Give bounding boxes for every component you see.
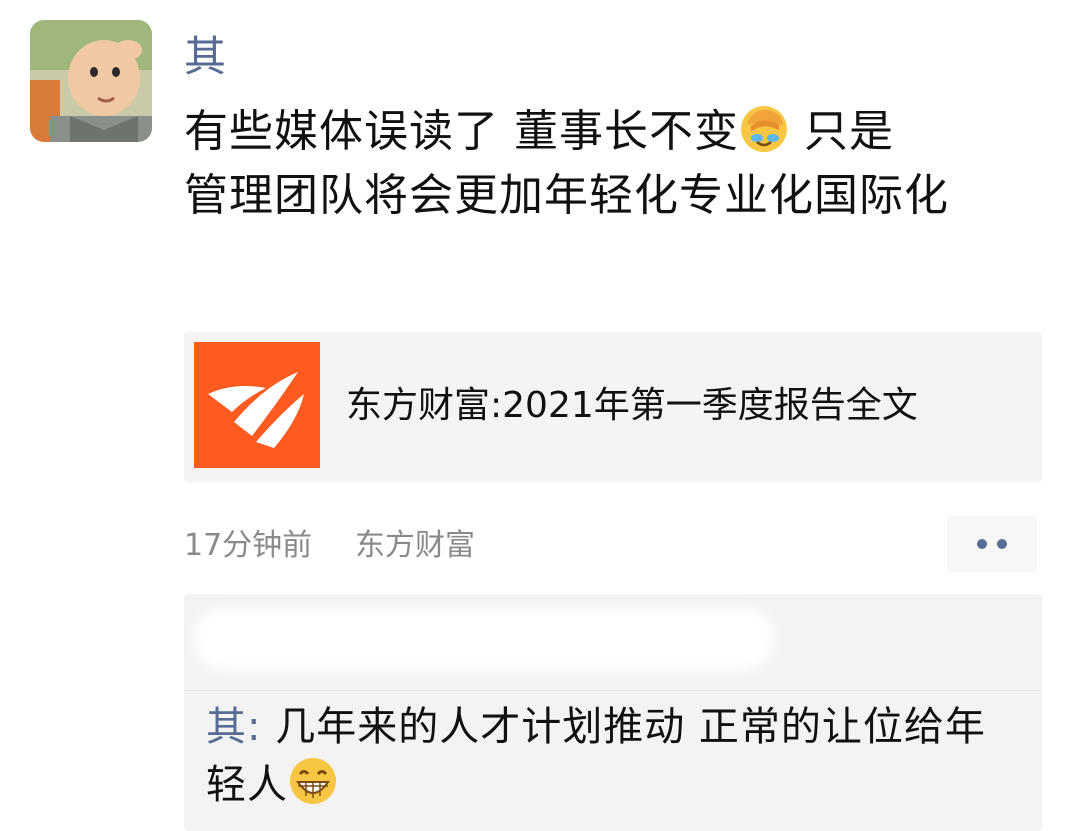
divider [184,690,1042,691]
comment-separator: : [247,704,276,750]
link-card-title: 东方财富:2021年第一季度报告全文 [346,385,918,426]
grinning-emoji-icon [288,756,338,806]
comment-item[interactable]: 其: 几年来的人才计划推动 正常的让位给年轻人 [206,698,1006,814]
post-time: 17分钟前 [184,528,313,563]
comment-author[interactable]: 其 [206,704,247,750]
more-dot-icon [997,539,1007,549]
post-text-rest: 管理团队将会更加年轻化专业化国际化 [184,170,949,221]
post-text-line1: 有些媒体误读了 董事长不变 [184,106,739,157]
more-dot-icon [977,539,987,549]
avatar[interactable] [30,20,152,142]
link-card[interactable]: 东方财富:2021年第一季度报告全文 [184,332,1042,482]
post-source[interactable]: 东方财富 [355,522,475,570]
more-actions-button[interactable] [947,516,1037,572]
eastmoney-logo-icon [194,342,320,468]
post-text-after-emoji: 只是 [789,106,894,157]
avatar-image [30,20,152,142]
comments-area: 其: 几年来的人才计划推动 正常的让位给年轻人 [184,594,1042,831]
post-text: 有些媒体误读了 董事长不变 只是 管理团队将会更加年轻化专业化国际化 [184,100,1024,228]
facepalm-crying-emoji-icon [739,104,789,154]
redacted-likes [194,608,774,670]
author-name[interactable]: 其 [184,24,226,90]
